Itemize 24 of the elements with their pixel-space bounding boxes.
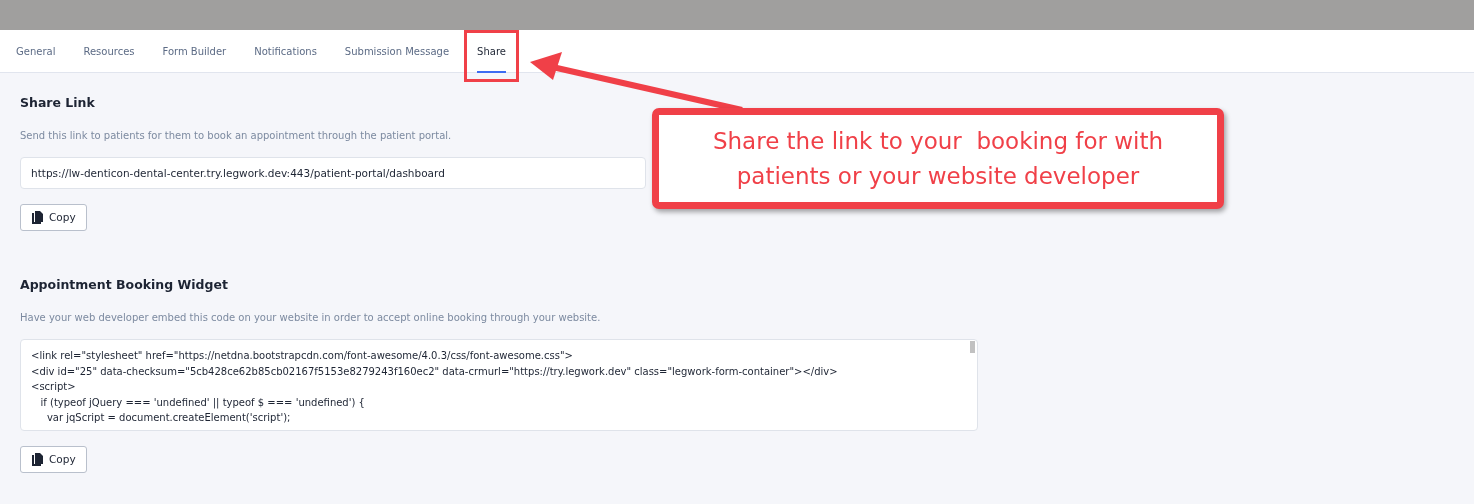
code-line: if (typeof jQuery === 'undefined' || typeof $ === 'undefined') {	[39, 395, 366, 410]
annotation-text: Share the link to your booking for with patients or your website developer	[712, 126, 1164, 191]
highlight-frame	[464, 30, 519, 82]
code-field[interactable]	[20, 339, 978, 431]
code-line: var jqScript = document.createElement('script');	[45, 411, 292, 425]
tab[interactable]: Form Builder	[162, 30, 227, 73]
code-line: <link rel="stylesheet" href="https://netdna.bootstrapcdn.com/font-awesome/4.0.3/css/font-awesome.css">	[31, 349, 574, 363]
code-line: <script>	[31, 380, 77, 394]
copy-button[interactable]: Copy	[20, 204, 87, 231]
tab[interactable]: General	[16, 30, 56, 73]
section-description: Send this link to patients for them to book an appointment through the patient portal.	[20, 129, 452, 143]
link-field[interactable]: https://lw-denticon-dental-center.try.legwork.dev:443/patient-portal/dashboard	[20, 157, 646, 189]
scrollbar-thumb	[970, 341, 975, 353]
section-title: Share Link	[20, 95, 96, 110]
copy-icon	[31, 453, 44, 466]
section-description: Have your web developer embed this code on your website in order to accept online booking through your website.	[20, 311, 601, 325]
code-line: <div id="25" data-checksum="5cb428ce62b85cb02167f5153e8279243f160ec2" data-crmurl="https://try.legwork.dev" class="legwork-form-container"></div>	[31, 364, 839, 379]
tab[interactable]: Share	[477, 30, 506, 73]
section-title: Appointment Booking Widget	[20, 277, 229, 292]
tab[interactable]: Submission Message	[344, 30, 450, 73]
tab[interactable]: Notifications	[254, 30, 317, 73]
copy-button[interactable]: Copy	[20, 446, 87, 473]
copy-icon	[31, 211, 44, 224]
tab[interactable]: Resources	[83, 30, 135, 73]
